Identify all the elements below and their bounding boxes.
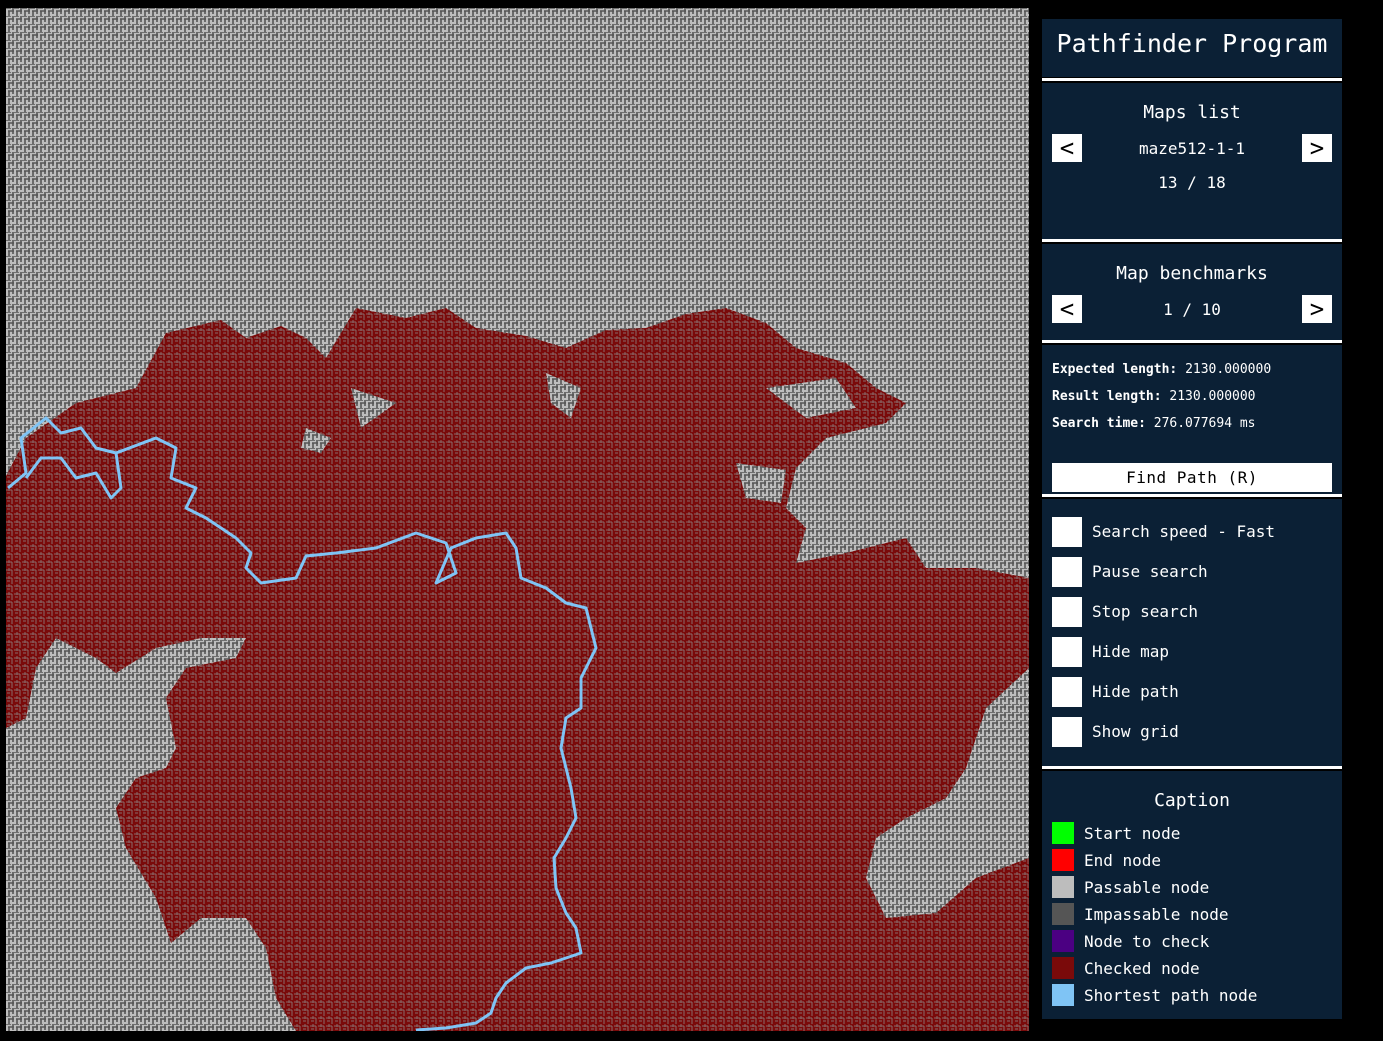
legend-passable-node: Passable node <box>1052 876 1332 898</box>
checkbox[interactable] <box>1052 517 1082 547</box>
option-stop-search[interactable]: Stop search <box>1052 597 1332 627</box>
legend-swatch <box>1052 984 1074 1006</box>
legend-swatch <box>1052 957 1074 979</box>
divider <box>1042 239 1342 242</box>
legend-shortest-path-node: Shortest path node <box>1052 984 1332 1006</box>
legend-label: Start node <box>1084 824 1181 843</box>
search-time-value: 276.077694 ms <box>1153 416 1256 431</box>
checkbox[interactable] <box>1052 597 1082 627</box>
maps-heading: Maps list <box>1143 102 1241 123</box>
divider <box>1042 78 1342 81</box>
maze-map-canvas[interactable] <box>6 8 1029 1031</box>
expected-length-value: 2130.000000 <box>1185 362 1272 377</box>
option-hide-map[interactable]: Hide map <box>1052 637 1332 667</box>
legend-end-node: End node <box>1052 849 1332 871</box>
divider <box>1042 494 1342 497</box>
checkbox[interactable] <box>1052 557 1082 587</box>
title-section: Pathfinder Program <box>1042 19 1342 77</box>
benchmark-index: 1 / 10 <box>1163 300 1221 319</box>
option-label: Pause search <box>1092 562 1208 581</box>
legend-label: Checked node <box>1084 959 1200 978</box>
option-pause-search[interactable]: Pause search <box>1052 557 1332 587</box>
divider <box>1042 766 1342 769</box>
divider <box>1042 340 1342 343</box>
option-search-speed[interactable]: Search speed - Fast <box>1052 517 1332 547</box>
search-time: Search time: 276.077694 ms <box>1052 416 1256 431</box>
option-label: Hide map <box>1092 642 1170 661</box>
option-label: Search speed - Fast <box>1092 522 1276 541</box>
legend-label: Impassable node <box>1084 905 1229 924</box>
legend-swatch <box>1052 849 1074 871</box>
legend-label: Passable node <box>1084 878 1210 897</box>
legend-swatch <box>1052 903 1074 925</box>
legend-swatch <box>1052 930 1074 952</box>
benchmarks-heading: Map benchmarks <box>1116 263 1268 284</box>
next-map-button[interactable]: > <box>1302 134 1332 162</box>
benchmarks-section: Map benchmarks < 1 / 10 > <box>1042 244 1342 340</box>
map-name: maze512-1-1 <box>1139 139 1245 158</box>
checkbox[interactable] <box>1052 717 1082 747</box>
option-label: Stop search <box>1092 602 1198 621</box>
control-panel: Pathfinder Program Maps list < maze512-1… <box>1042 19 1342 1019</box>
legend-swatch <box>1052 876 1074 898</box>
legend-swatch <box>1052 822 1074 844</box>
caption-section: Caption Start node End node Passable nod… <box>1042 771 1342 1019</box>
map-index: 13 / 18 <box>1158 173 1226 192</box>
option-hide-path[interactable]: Hide path <box>1052 677 1332 707</box>
legend-label: Shortest path node <box>1084 986 1258 1005</box>
search-time-label: Search time: <box>1052 416 1146 431</box>
legend-start-node: Start node <box>1052 822 1332 844</box>
next-benchmark-button[interactable]: > <box>1302 295 1332 323</box>
option-label: Hide path <box>1092 682 1179 701</box>
legend-checked-node: Checked node <box>1052 957 1332 979</box>
legend-label: End node <box>1084 851 1162 870</box>
maps-section: Maps list < maze512-1-1 > 13 / 18 <box>1042 83 1342 239</box>
legend-label: Node to check <box>1084 932 1210 951</box>
checkbox[interactable] <box>1052 637 1082 667</box>
caption-heading: Caption <box>1154 790 1230 811</box>
legend-node-to-check: Node to check <box>1052 930 1332 952</box>
result-length-label: Result length: <box>1052 389 1162 404</box>
result-length-value: 2130.000000 <box>1169 389 1256 404</box>
legend-impassable-node: Impassable node <box>1052 903 1332 925</box>
option-show-grid[interactable]: Show grid <box>1052 717 1332 747</box>
find-path-button[interactable]: Find Path (R) <box>1052 463 1332 492</box>
option-label: Show grid <box>1092 722 1179 741</box>
result-length: Result length: 2130.000000 <box>1052 389 1256 404</box>
expected-length: Expected length: 2130.000000 <box>1052 362 1271 377</box>
app-title: Pathfinder Program <box>1056 29 1328 58</box>
options-section: Search speed - Fast Pause search Stop se… <box>1042 499 1342 766</box>
checkbox[interactable] <box>1052 677 1082 707</box>
expected-length-label: Expected length: <box>1052 362 1178 377</box>
